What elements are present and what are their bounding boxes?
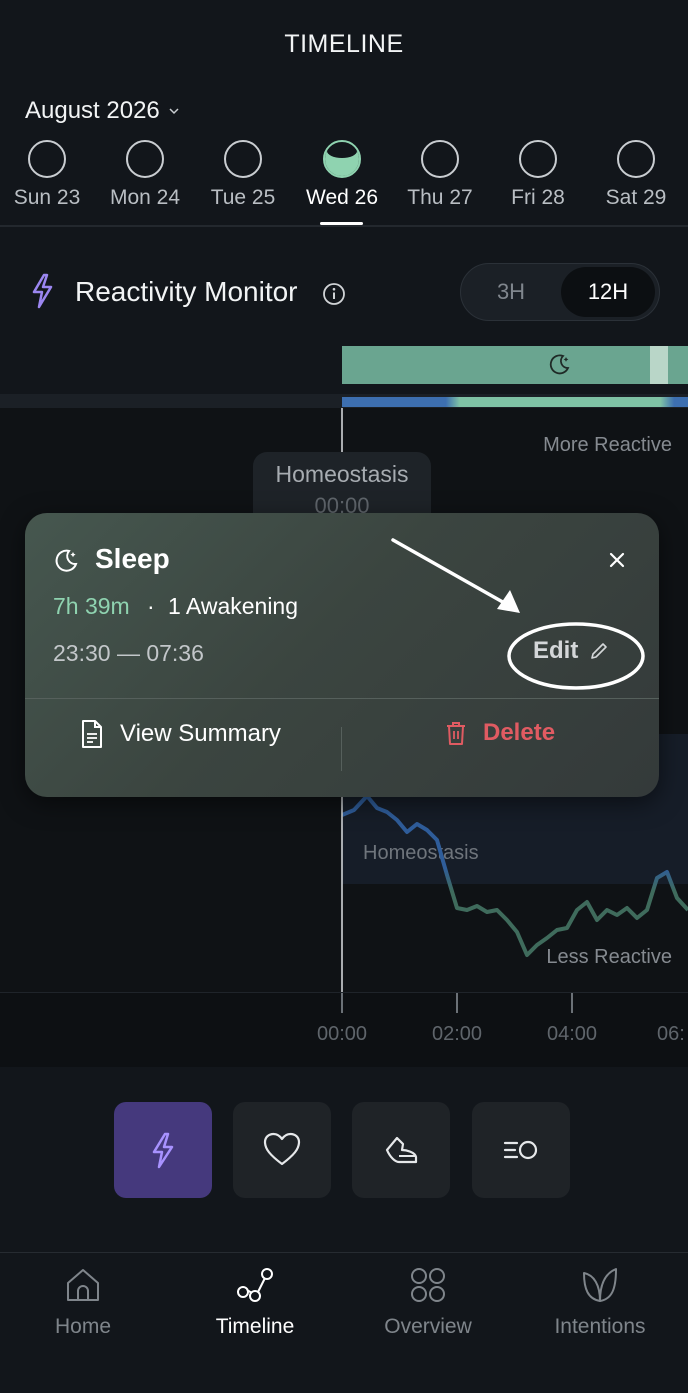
grid-icon bbox=[411, 1268, 445, 1302]
moon-icon bbox=[549, 354, 570, 375]
delete-label: Delete bbox=[483, 719, 556, 746]
nav-label: Overview bbox=[384, 1315, 472, 1338]
day-strip: Sun 23 Mon 24 Tue 25 Wed 26 Thu 27 Fri 2… bbox=[0, 138, 688, 228]
axis-label: 06: bbox=[657, 1023, 685, 1045]
day-ring-filled bbox=[323, 140, 361, 178]
more-reactive-label: More Reactive bbox=[543, 434, 672, 456]
view-summary-label: View Summary bbox=[120, 720, 281, 747]
bottom-nav: Home Timeline Overview Intentions bbox=[0, 1252, 688, 1393]
nav-intentions[interactable]: Intentions bbox=[514, 1265, 686, 1339]
awakenings-count: 1 Awakening bbox=[168, 593, 299, 619]
axis-label: 04:00 bbox=[546, 1023, 598, 1045]
leaf-icon bbox=[583, 1268, 617, 1302]
close-icon[interactable] bbox=[606, 549, 628, 571]
axis-tick bbox=[456, 993, 458, 1013]
nav-label: Intentions bbox=[554, 1315, 646, 1338]
reactivity-monitor-title: Reactivity Monitor bbox=[75, 276, 298, 307]
moon-icon bbox=[55, 549, 78, 572]
day-tue-25[interactable]: Tue 25 bbox=[198, 138, 288, 210]
state-bar bbox=[342, 397, 688, 407]
day-fri-28[interactable]: Fri 28 bbox=[493, 138, 583, 210]
time-axis: 00:00 02:00 04:00 06: bbox=[0, 992, 688, 1067]
day-wed-26[interactable]: Wed 26 bbox=[297, 138, 387, 210]
delete-button[interactable]: Delete bbox=[445, 719, 555, 747]
page-title: TIMELINE bbox=[284, 30, 404, 58]
nav-home[interactable]: Home bbox=[0, 1265, 169, 1339]
month-selector[interactable]: August 2026 bbox=[25, 97, 180, 125]
nav-label: Home bbox=[54, 1315, 112, 1338]
popup-title: Sleep bbox=[95, 543, 170, 574]
shoe-icon bbox=[385, 1136, 418, 1164]
tooltip-title: Homeostasis bbox=[275, 461, 409, 487]
sleep-duration: 7h 39m bbox=[53, 593, 130, 619]
popup-action-divider bbox=[341, 727, 342, 771]
day-sat-29[interactable]: Sat 29 bbox=[591, 138, 681, 210]
day-ring bbox=[519, 140, 557, 178]
pencil-icon bbox=[591, 643, 608, 659]
axis-label: 02:00 bbox=[431, 1023, 483, 1045]
day-thu-27[interactable]: Thu 27 bbox=[395, 138, 485, 210]
info-icon[interactable] bbox=[322, 282, 346, 306]
reactivity-filter-button[interactable] bbox=[114, 1102, 212, 1198]
separator-dot: · bbox=[147, 593, 155, 619]
list-circle-icon bbox=[503, 1140, 538, 1160]
journal-filter-button[interactable] bbox=[472, 1102, 570, 1198]
activity-filter-button[interactable] bbox=[352, 1102, 450, 1198]
axis-tick bbox=[341, 993, 343, 1013]
day-label: Wed 26 bbox=[306, 186, 378, 209]
day-ring bbox=[28, 140, 66, 178]
day-ring bbox=[224, 140, 262, 178]
day-mon-24[interactable]: Mon 24 bbox=[100, 138, 190, 210]
day-label: Tue 25 bbox=[210, 186, 276, 209]
heart-filter-button[interactable] bbox=[233, 1102, 331, 1198]
range-toggle: 3H 12H bbox=[460, 263, 660, 321]
sleep-detail-popup: Sleep 7h 39m · 1 Awakening 23:30 — 07:36… bbox=[25, 513, 659, 797]
month-label: August 2026 bbox=[25, 97, 160, 124]
view-summary-button[interactable]: View Summary bbox=[80, 719, 281, 749]
chevron-down-icon bbox=[169, 108, 179, 115]
lightning-icon bbox=[152, 1132, 174, 1169]
edit-button[interactable]: Edit bbox=[533, 637, 610, 665]
day-ring bbox=[617, 140, 655, 178]
heart-icon bbox=[263, 1132, 301, 1166]
day-label: Sat 29 bbox=[605, 186, 667, 209]
document-icon bbox=[82, 720, 102, 748]
lightning-icon bbox=[32, 273, 53, 309]
range-12h-button[interactable]: 12H bbox=[561, 267, 655, 317]
timeline-icon bbox=[237, 1268, 273, 1302]
day-ring bbox=[126, 140, 164, 178]
trash-icon bbox=[447, 722, 465, 745]
nav-label: Timeline bbox=[215, 1315, 295, 1338]
day-ring bbox=[421, 140, 459, 178]
header-divider bbox=[0, 225, 688, 227]
day-label: Fri 28 bbox=[511, 186, 565, 209]
day-label: Mon 24 bbox=[109, 186, 181, 209]
sleep-time-range: 23:30 — 07:36 bbox=[53, 640, 204, 666]
day-label: Sun 23 bbox=[13, 186, 81, 209]
axis-tick bbox=[571, 993, 573, 1013]
axis-label: 00:00 bbox=[316, 1023, 368, 1045]
awakening-segment bbox=[650, 346, 668, 384]
nav-overview[interactable]: Overview bbox=[342, 1265, 514, 1339]
day-sun-23[interactable]: Sun 23 bbox=[2, 138, 92, 210]
less-reactive-label: Less Reactive bbox=[546, 946, 672, 968]
sleep-activity-bar[interactable] bbox=[342, 346, 688, 384]
day-label: Thu 27 bbox=[407, 186, 473, 209]
edit-label: Edit bbox=[533, 637, 579, 664]
range-3h-button[interactable]: 3H bbox=[464, 267, 558, 317]
home-icon bbox=[67, 1269, 99, 1301]
popup-divider bbox=[25, 698, 659, 699]
nav-timeline[interactable]: Timeline bbox=[169, 1265, 341, 1339]
